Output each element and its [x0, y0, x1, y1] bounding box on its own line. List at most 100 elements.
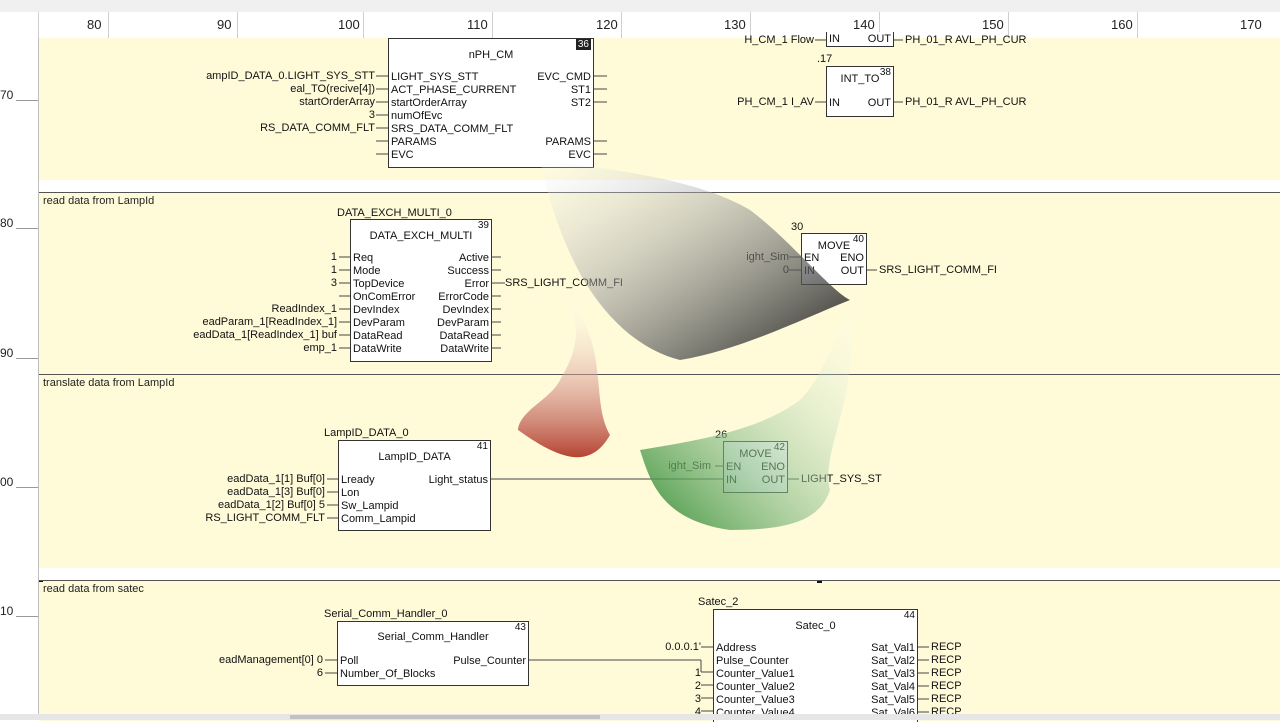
satec-function-block[interactable]: Satec_0 44 Address Pulse_Counter Counter… [713, 609, 918, 722]
network-1[interactable]: nPH_CM 36 LIGHT_SYS_STT ACT_PHASE_CURREN… [39, 32, 1280, 180]
fbd-editor-canvas[interactable]: nPH_CM 36 LIGHT_SYS_STT ACT_PHASE_CURREN… [39, 32, 1280, 722]
input-pin[interactable]: Comm_Lampid [341, 513, 416, 525]
input-variable[interactable]: 3 [331, 277, 337, 289]
output-pin[interactable]: Active [459, 252, 489, 264]
input-pin[interactable]: Lready [341, 474, 375, 486]
int-to-function-block[interactable]: INT_TO 38 IN OUT [826, 66, 894, 117]
input-variable[interactable]: eadData_1[2] Buf[0] 5 [218, 499, 325, 511]
input-pin[interactable]: Pulse_Counter [716, 655, 789, 667]
input-pin[interactable]: Lon [341, 487, 359, 499]
input-pin[interactable]: DevParam [353, 317, 405, 329]
input-pin[interactable]: LIGHT_SYS_STT [391, 71, 478, 83]
output-variable[interactable]: RECP [931, 654, 962, 666]
input-pin[interactable]: startOrderArray [391, 97, 467, 109]
input-variable[interactable]: H_CM_1 Flow [744, 34, 814, 46]
input-variable[interactable]: eadData_1[3] Buf[0] [227, 486, 325, 498]
data-exch-multi-function-block[interactable]: DATA_EXCH_MULTI 39 Req Mode TopDevice On… [350, 219, 492, 362]
output-pin[interactable]: OUT [841, 265, 864, 277]
input-variable[interactable]: eadData_1[ReadIndex_1] buf [193, 329, 337, 341]
input-pin[interactable]: Mode [353, 265, 381, 277]
input-variable[interactable]: RS_DATA_COMM_FLT [260, 122, 375, 134]
input-pin[interactable]: DataRead [353, 330, 403, 342]
output-pin[interactable]: Error [465, 278, 489, 290]
partial-function-block[interactable]: IN OUT [826, 32, 894, 47]
output-pin[interactable]: OUT [762, 474, 785, 486]
input-pin[interactable]: IN [829, 97, 840, 109]
output-pin[interactable]: OUT [868, 33, 891, 45]
output-pin[interactable]: ST1 [571, 84, 591, 96]
input-variable[interactable]: PH_CM_1 I_AV [737, 96, 814, 108]
input-pin[interactable]: ACT_PHASE_CURRENT [391, 84, 516, 96]
output-pin[interactable]: DataWrite [440, 343, 489, 355]
input-pin[interactable]: EVC [391, 149, 414, 161]
output-variable[interactable]: RECP [931, 667, 962, 679]
input-pin[interactable]: EN [726, 461, 741, 473]
output-pin[interactable]: Sat_Val3 [871, 668, 915, 680]
input-pin[interactable]: Counter_Value3 [716, 694, 795, 706]
output-pin[interactable]: DevParam [437, 317, 489, 329]
input-variable[interactable]: 3 [695, 693, 701, 705]
input-pin[interactable]: IN [726, 474, 737, 486]
output-pin[interactable]: EVC [568, 149, 591, 161]
output-variable[interactable]: RECP [931, 641, 962, 653]
output-pin[interactable]: ST2 [571, 97, 591, 109]
input-pin[interactable]: numOfEvc [391, 110, 442, 122]
input-pin[interactable]: PARAMS [391, 136, 437, 148]
output-pin[interactable]: DevIndex [443, 304, 489, 316]
input-variable[interactable]: eadManagement[0] 0 [219, 654, 323, 666]
output-variable[interactable]: RECP [931, 693, 962, 705]
output-variable[interactable]: PH_01_R AVL_PH_CUR [905, 34, 1026, 46]
input-variable[interactable]: 3 [369, 109, 375, 121]
nph-cm-function-block[interactable]: nPH_CM 36 LIGHT_SYS_STT ACT_PHASE_CURREN… [388, 38, 594, 168]
input-pin[interactable]: Number_Of_Blocks [340, 668, 435, 680]
input-pin[interactable]: Req [353, 252, 373, 264]
output-pin[interactable]: Sat_Val5 [871, 694, 915, 706]
output-variable[interactable]: LIGHT_SYS_ST [801, 473, 882, 485]
input-variable[interactable]: 2 [695, 680, 701, 692]
input-pin[interactable]: Counter_Value1 [716, 668, 795, 680]
output-pin[interactable]: ENO [761, 461, 785, 473]
output-pin[interactable]: Sat_Val1 [871, 642, 915, 654]
output-pin[interactable]: PARAMS [545, 136, 591, 148]
input-pin[interactable]: DataWrite [353, 343, 402, 355]
output-variable[interactable]: SRS_LIGHT_COMM_FI [505, 277, 623, 289]
input-variable[interactable]: ight_Sim [668, 460, 711, 472]
serial-comm-handler-function-block[interactable]: Serial_Comm_Handler 43 Poll Number_Of_Bl… [337, 621, 529, 686]
input-variable[interactable]: emp_1 [303, 342, 337, 354]
input-variable[interactable]: eal_TO(recive[4]) [290, 83, 375, 95]
input-pin[interactable]: Address [716, 642, 756, 654]
output-pin[interactable]: Sat_Val2 [871, 655, 915, 667]
input-variable[interactable]: ight_Sim [746, 251, 789, 263]
input-pin[interactable]: TopDevice [353, 278, 404, 290]
network-3[interactable]: translate data from LampId LampID_DATA_0… [39, 374, 1280, 569]
network-2[interactable]: read data from LampId DATA_EXCH_MULTI_0 … [39, 192, 1280, 374]
input-variable[interactable]: 6 [317, 667, 323, 679]
input-variable[interactable]: eadParam_1[ReadIndex_1] [202, 316, 337, 328]
input-pin[interactable]: Poll [340, 655, 358, 667]
input-pin[interactable]: Counter_Value2 [716, 681, 795, 693]
move-function-block[interactable]: MOVE 42 EN IN ENO OUT [723, 441, 788, 493]
lampid-data-function-block[interactable]: LampID_DATA 41 Lready Lon Sw_Lampid Comm… [338, 440, 491, 531]
output-pin[interactable]: Light_status [429, 474, 488, 486]
input-pin[interactable]: OnComError [353, 291, 415, 303]
input-variable[interactable]: eadData_1[1] Buf[0] [227, 473, 325, 485]
network-4[interactable]: read data from satec Serial_Comm_Handler… [39, 580, 1280, 722]
output-pin[interactable]: Success [447, 265, 489, 277]
input-variable[interactable]: 1 [331, 264, 337, 276]
input-variable[interactable]: 0.0.0.1' [665, 641, 701, 653]
input-variable[interactable]: 1 [695, 667, 701, 679]
input-variable[interactable]: ReadIndex_1 [272, 303, 337, 315]
output-pin[interactable]: ENO [840, 252, 864, 264]
input-variable[interactable]: 0 [783, 264, 789, 276]
input-pin[interactable]: DevIndex [353, 304, 399, 316]
input-variable[interactable]: 1 [331, 251, 337, 263]
horizontal-scrollbar[interactable] [0, 714, 1280, 720]
input-variable[interactable]: RS_LIGHT_COMM_FLT [205, 512, 325, 524]
input-variable[interactable]: startOrderArray [299, 96, 375, 108]
input-pin[interactable]: EN [804, 252, 819, 264]
input-pin[interactable]: IN [804, 265, 815, 277]
output-pin[interactable]: OUT [868, 97, 891, 109]
output-variable[interactable]: RECP [931, 680, 962, 692]
input-pin[interactable]: IN [829, 33, 840, 45]
output-variable[interactable]: SRS_LIGHT_COMM_FI [879, 264, 997, 276]
